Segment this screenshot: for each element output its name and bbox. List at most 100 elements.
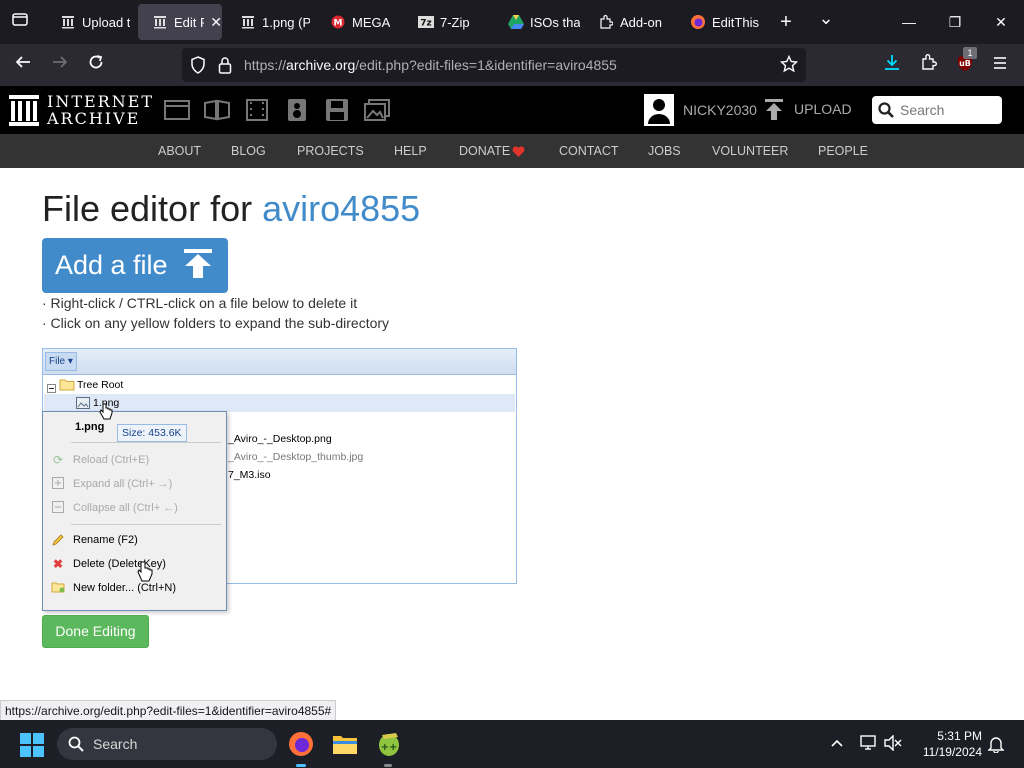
username[interactable]: NICKY2030 bbox=[683, 102, 757, 118]
tab-upload[interactable]: Upload t bbox=[46, 4, 130, 40]
tab-close-icon[interactable]: ✕ bbox=[210, 14, 222, 31]
web-icon[interactable] bbox=[164, 99, 190, 121]
folder-icon[interactable] bbox=[59, 378, 75, 396]
nav-donate[interactable]: DONATE bbox=[459, 144, 510, 158]
svg-text:++: ++ bbox=[381, 742, 398, 753]
browser-nav-bar: https://archive.org/edit.php?edit-files=… bbox=[0, 44, 1024, 86]
status-bar-url: https://archive.org/edit.php?edit-files=… bbox=[0, 700, 337, 721]
software-floppy-icon[interactable] bbox=[324, 99, 350, 121]
done-editing-button[interactable]: Done Editing bbox=[42, 615, 149, 648]
ia-logo-text[interactable]: INTERNET ARCHIVE bbox=[47, 93, 154, 127]
expand-all-icon bbox=[51, 477, 65, 491]
texts-book-icon[interactable] bbox=[204, 99, 230, 121]
tab-groups-icon[interactable] bbox=[8, 10, 32, 34]
tab-mega[interactable]: M MEGA bbox=[316, 4, 400, 40]
puzzle-piece-icon bbox=[598, 14, 614, 30]
nav-help[interactable]: HELP bbox=[394, 144, 427, 158]
add-file-button[interactable]: Add a file bbox=[42, 238, 228, 293]
pencil-icon bbox=[51, 533, 65, 547]
upload-arrow-icon[interactable] bbox=[764, 99, 784, 126]
notifications-bell-icon[interactable] bbox=[987, 735, 1005, 758]
back-button[interactable] bbox=[11, 53, 35, 77]
windows-start-icon[interactable] bbox=[20, 733, 44, 762]
nav-projects[interactable]: PROJECTS bbox=[297, 144, 364, 158]
nav-blog[interactable]: BLOG bbox=[231, 144, 266, 158]
new-tab-button[interactable]: + bbox=[774, 10, 798, 34]
url-path: /edit.php?edit-files=1&identifier=aviro4… bbox=[355, 57, 617, 73]
lock-icon[interactable] bbox=[218, 56, 232, 79]
upload-link[interactable]: UPLOAD bbox=[794, 101, 852, 117]
new-folder-icon bbox=[51, 581, 65, 595]
menu-item-reload[interactable]: Reload (Ctrl+E) bbox=[73, 454, 149, 466]
tree-file-row[interactable]: 7_M3.iso bbox=[228, 469, 271, 481]
url-bar[interactable]: https://archive.org/edit.php?edit-files=… bbox=[182, 48, 806, 82]
tab-7zip[interactable]: 7z 7-Zip bbox=[404, 4, 490, 40]
menu-item-expand-all[interactable]: Expand all (Ctrl+ →) bbox=[73, 478, 172, 490]
taskbar-clock[interactable]: 5:31 PM 11/19/2024 bbox=[912, 728, 982, 760]
nav-jobs[interactable]: JOBS bbox=[648, 144, 681, 158]
ublock-origin-icon[interactable]: uB 1 bbox=[953, 47, 977, 77]
volume-muted-icon[interactable] bbox=[884, 734, 902, 756]
tab-edit-files[interactable]: Edit F ✕ bbox=[138, 4, 222, 40]
menu-hamburger-icon[interactable] bbox=[988, 53, 1012, 77]
page-title: File editor for aviro4855 bbox=[42, 188, 420, 230]
video-film-icon[interactable] bbox=[244, 99, 270, 121]
archive-favicon-icon bbox=[240, 14, 256, 30]
archive-favicon-icon bbox=[152, 14, 168, 30]
network-icon[interactable] bbox=[860, 735, 878, 756]
nav-about[interactable]: ABOUT bbox=[158, 144, 201, 158]
page-title-prefix: File editor for bbox=[42, 188, 263, 229]
tab-1png[interactable]: 1.png (P bbox=[226, 4, 310, 40]
bookmark-star-icon[interactable] bbox=[779, 54, 799, 78]
audio-speaker-icon[interactable] bbox=[284, 99, 310, 121]
tab-editthis[interactable]: EditThis bbox=[676, 4, 764, 40]
tree-root-label[interactable]: Tree Root bbox=[77, 379, 123, 391]
tree-file-row[interactable]: _Aviro_-_Desktop_thumb.jpg bbox=[228, 451, 363, 463]
show-hidden-icons-chevron-icon[interactable] bbox=[830, 736, 844, 755]
taskbar-search-box[interactable]: Search bbox=[57, 728, 277, 760]
firefox-taskbar-icon[interactable] bbox=[288, 731, 314, 762]
tree-file-row[interactable]: _Aviro_-_Desktop.png bbox=[228, 433, 332, 445]
notepad-plus-plus-icon[interactable]: ++ bbox=[376, 731, 402, 762]
archive-favicon-icon bbox=[60, 14, 76, 30]
file-explorer-icon[interactable] bbox=[332, 732, 358, 761]
extensions-icon[interactable] bbox=[917, 53, 941, 77]
menu-item-rename[interactable]: Rename (F2) bbox=[73, 534, 138, 546]
url-text: https://archive.org/edit.php?edit-files=… bbox=[244, 57, 617, 73]
heart-icon[interactable] bbox=[512, 145, 525, 163]
item-identifier-link[interactable]: aviro4855 bbox=[262, 188, 420, 229]
google-drive-favicon-icon bbox=[508, 14, 524, 30]
extension-badge: 1 bbox=[963, 47, 977, 59]
forward-button[interactable] bbox=[48, 53, 72, 77]
list-all-tabs-button[interactable]: ⌄ bbox=[814, 6, 838, 30]
file-size-tooltip: Size: 453.6K bbox=[117, 424, 187, 442]
images-icon[interactable] bbox=[364, 99, 390, 121]
instruction-delete: · Right-click / CTRL-click on a file bel… bbox=[42, 295, 358, 311]
browser-tab-bar: Upload t Edit F ✕ 1.png (P M MEGA 7z 7-Z… bbox=[0, 0, 1024, 44]
upload-arrow-icon bbox=[182, 248, 214, 287]
ia-logo-icon[interactable] bbox=[9, 95, 39, 131]
close-window-button[interactable]: ✕ bbox=[989, 10, 1013, 34]
tree-toolbar: File ▾ bbox=[43, 349, 516, 375]
minimize-button[interactable]: — bbox=[897, 10, 921, 34]
menu-item-new-folder[interactable]: New folder... (Ctrl+N) bbox=[73, 582, 176, 594]
shield-icon[interactable] bbox=[190, 56, 206, 79]
tab-addons[interactable]: Add-on bbox=[584, 4, 672, 40]
tab-isos[interactable]: ISOs that bbox=[494, 4, 580, 40]
downloads-icon[interactable] bbox=[880, 53, 904, 77]
tab-title: 7-Zip bbox=[440, 14, 470, 30]
reload-button[interactable] bbox=[84, 53, 108, 77]
nav-people[interactable]: PEOPLE bbox=[818, 144, 868, 158]
menu-item-collapse-all[interactable]: Collapse all (Ctrl+ ←) bbox=[73, 502, 178, 514]
collapse-toggle-icon[interactable] bbox=[47, 380, 56, 398]
user-avatar-icon[interactable] bbox=[644, 94, 674, 131]
nav-contact[interactable]: CONTACT bbox=[559, 144, 619, 158]
ia-header: INTERNET ARCHIVE NICKY2030 UPLOAD Search bbox=[0, 86, 1024, 134]
maximize-button[interactable]: ❐ bbox=[943, 10, 967, 34]
nav-volunteer[interactable]: VOLUNTEER bbox=[712, 144, 788, 158]
collapse-all-icon bbox=[51, 501, 65, 515]
ia-search-input[interactable]: Search bbox=[872, 96, 1002, 124]
tab-title: MEGA bbox=[352, 14, 391, 30]
file-menu-button[interactable]: File ▾ bbox=[45, 352, 77, 371]
svg-text:7z: 7z bbox=[420, 19, 432, 29]
